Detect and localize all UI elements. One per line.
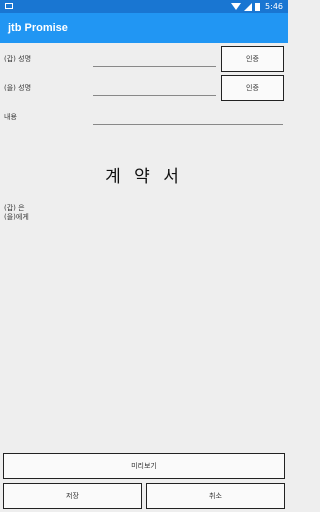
save-button[interactable]: 저장 xyxy=(3,483,142,509)
status-bar: 5:46 xyxy=(0,0,288,13)
party-a-auth-button[interactable]: 인증 xyxy=(221,46,284,72)
party-b-name-input[interactable] xyxy=(93,95,216,96)
cancel-button[interactable]: 취소 xyxy=(146,483,285,509)
wifi-icon xyxy=(231,3,242,10)
contract-title: 계 약 서 xyxy=(105,167,183,187)
status-icons: 5:46 xyxy=(231,1,283,12)
image-notification-icon xyxy=(5,3,13,9)
content-label: 내용 xyxy=(4,113,17,121)
app-bar: jtb Promise xyxy=(0,13,288,43)
status-time: 5:46 xyxy=(265,2,283,11)
party-b-line: (을)에게 xyxy=(4,213,29,221)
preview-button[interactable]: 미리보기 xyxy=(3,453,285,479)
party-a-label: (갑) 성명 xyxy=(4,55,32,63)
party-b-auth-button[interactable]: 인증 xyxy=(221,75,284,101)
party-a-name-input[interactable] xyxy=(93,66,216,67)
party-b-label: (을) 성명 xyxy=(4,84,32,92)
cell-signal-icon xyxy=(244,2,253,11)
content-input[interactable] xyxy=(93,124,283,125)
battery-icon xyxy=(255,2,261,11)
app-title: jtb Promise xyxy=(8,22,68,34)
